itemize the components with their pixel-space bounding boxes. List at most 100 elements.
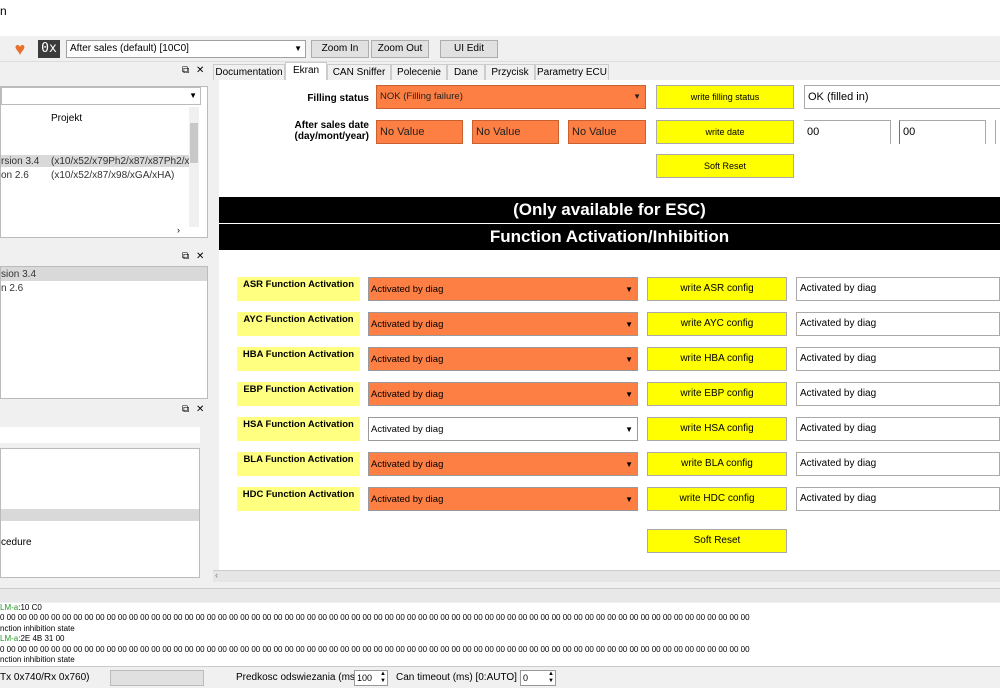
can-timeout-spinner[interactable]: 0 ▲ ▼ bbox=[520, 670, 556, 686]
pin-icon[interactable]: ⧉ bbox=[182, 250, 189, 264]
hsa-select[interactable]: Activated by diag ▼ bbox=[368, 417, 638, 441]
can-ids-text: Tx 0x740/Rx 0x760) bbox=[0, 672, 90, 683]
asr-status-output: Activated by diag bbox=[796, 277, 1000, 301]
date-month-field[interactable]: No Value bbox=[472, 120, 559, 144]
tab-can-sniffer[interactable]: CAN Sniffer bbox=[327, 64, 391, 80]
chevron-down-icon: ▼ bbox=[294, 44, 302, 53]
list-item-name[interactable]: on 2.6 bbox=[1, 170, 29, 181]
date-year-field[interactable]: No Value bbox=[568, 120, 646, 144]
ayc-status-output: Activated by diag bbox=[796, 312, 1000, 336]
refresh-rate-spinner[interactable]: 100 ▲ ▼ bbox=[354, 670, 388, 686]
heart-icon[interactable]: ♥ bbox=[10, 40, 30, 58]
write-date-button[interactable]: write date bbox=[656, 120, 794, 144]
procedure-search-input[interactable] bbox=[0, 427, 200, 443]
esc-only-banner: (Only available for ESC) bbox=[219, 197, 1000, 223]
hba-select[interactable]: Activated by diag ▼ bbox=[368, 347, 638, 371]
list-item-name[interactable]: cedure bbox=[1, 537, 32, 548]
window-title: n bbox=[0, 4, 7, 18]
log-line: 0 00 00 00 00 00 00 00 00 00 00 00 00 00… bbox=[0, 644, 750, 654]
filling-status-select[interactable]: NOK (Filling failure) ▼ bbox=[376, 85, 646, 109]
write-hba-config-button[interactable]: write HBA config bbox=[647, 347, 787, 371]
ebp-select-value: Activated by diag bbox=[371, 389, 444, 400]
write-ayc-config-button[interactable]: write AYC config bbox=[647, 312, 787, 336]
procedure-list: cedure bbox=[0, 448, 200, 578]
hdc-select[interactable]: Activated by diag ▼ bbox=[368, 487, 638, 511]
ui-edit-button[interactable]: UI Edit bbox=[440, 40, 498, 58]
profile-select[interactable]: After sales (default) [10C0] ▼ bbox=[66, 40, 306, 58]
tab-documentation[interactable]: Documentation bbox=[213, 64, 285, 80]
ayc-select-value: Activated by diag bbox=[371, 319, 444, 330]
filling-status-label: Filling status bbox=[307, 93, 369, 104]
horizontal-scrollbar[interactable]: ‹ bbox=[213, 570, 1000, 582]
log-output: LM-a:10 C0 0 00 00 00 00 00 00 00 00 00 … bbox=[0, 603, 1000, 666]
list-item-name[interactable]: n 2.6 bbox=[1, 283, 23, 294]
chevron-down-icon: ▼ bbox=[625, 320, 633, 329]
refresh-rate-value: 100 bbox=[357, 673, 373, 683]
vertical-scrollbar[interactable] bbox=[189, 107, 199, 227]
hba-status-output: Activated by diag bbox=[796, 347, 1000, 371]
date-month-output: 00 bbox=[899, 120, 986, 144]
toolbar: ♥ 0x After sales (default) [10C0] ▼ Zoom… bbox=[0, 36, 1000, 62]
write-filling-status-button[interactable]: write filling status bbox=[656, 85, 794, 109]
zoom-out-button[interactable]: Zoom Out bbox=[371, 40, 429, 58]
tab-polecenie[interactable]: Polecenie bbox=[391, 64, 447, 80]
filling-status-output: OK (filled in) bbox=[804, 85, 1000, 109]
write-bla-config-button[interactable]: write BLA config bbox=[647, 452, 787, 476]
log-prefix: LM-a bbox=[0, 603, 19, 612]
ayc-select[interactable]: Activated by diag ▼ bbox=[368, 312, 638, 336]
zoom-in-button[interactable]: Zoom In bbox=[311, 40, 369, 58]
spinner-arrows-icon[interactable]: ▲ ▼ bbox=[380, 671, 386, 685]
ebp-label: EBP Function Activation bbox=[237, 382, 360, 406]
splitter-bar[interactable] bbox=[0, 588, 1000, 602]
tab-dane[interactable]: Dane bbox=[447, 64, 485, 80]
tab-parametry-ecu[interactable]: Parametry ECU bbox=[535, 64, 609, 80]
asr-select[interactable]: Activated by diag ▼ bbox=[368, 277, 638, 301]
function-activation-banner: Function Activation/Inhibition bbox=[219, 224, 1000, 250]
close-icon[interactable]: ✕ bbox=[196, 403, 204, 417]
ebp-select[interactable]: Activated by diag ▼ bbox=[368, 382, 638, 406]
procedure-panel: cedure bbox=[0, 420, 208, 580]
date-year-output bbox=[995, 120, 1000, 144]
write-asr-config-button[interactable]: write ASR config bbox=[647, 277, 787, 301]
tab-przycisk[interactable]: Przycisk bbox=[485, 64, 535, 80]
close-icon[interactable]: ✕ bbox=[196, 250, 204, 264]
write-ebp-config-button[interactable]: write EBP config bbox=[647, 382, 787, 406]
date-day-field[interactable]: No Value bbox=[376, 120, 463, 144]
bla-select[interactable]: Activated by diag ▼ bbox=[368, 452, 638, 476]
filling-status-value: NOK (Filling failure) bbox=[380, 91, 463, 102]
project-filter-select[interactable]: ▼ bbox=[1, 87, 201, 105]
hex-mode-button[interactable]: 0x bbox=[38, 40, 60, 58]
log-line: LM-a:10 C0 bbox=[0, 603, 1000, 613]
version-panel: sion 3.4 n 2.6 bbox=[0, 266, 208, 399]
title-bar: n bbox=[0, 0, 1000, 36]
tab-ekran[interactable]: Ekran bbox=[285, 62, 327, 80]
chevron-down-icon: ▼ bbox=[625, 460, 633, 469]
soft-reset-button[interactable]: Soft Reset bbox=[656, 154, 794, 178]
pin-icon[interactable]: ⧉ bbox=[182, 64, 189, 78]
bla-status-output: Activated by diag bbox=[796, 452, 1000, 476]
ekran-content: Filling status NOK (Filling failure) ▼ w… bbox=[219, 80, 1000, 570]
chevron-down-icon: ▼ bbox=[625, 425, 633, 434]
scroll-left-icon[interactable]: ‹ bbox=[215, 570, 218, 580]
log-text: :10 C0 bbox=[18, 603, 42, 612]
write-hsa-config-button[interactable]: write HSA config bbox=[647, 417, 787, 441]
panel-header-top: ⧉ ✕ bbox=[0, 64, 208, 78]
chevron-down-icon: ▼ bbox=[625, 495, 633, 504]
close-icon[interactable]: ✕ bbox=[196, 64, 204, 78]
chevron-down-icon: ▼ bbox=[625, 285, 633, 294]
date-day-output: 00 bbox=[804, 120, 891, 144]
soft-reset-button-2[interactable]: Soft Reset bbox=[647, 529, 787, 553]
hdc-status-output: Activated by diag bbox=[796, 487, 1000, 511]
pin-icon[interactable]: ⧉ bbox=[182, 403, 189, 417]
spinner-arrows-icon[interactable]: ▲ ▼ bbox=[548, 671, 554, 685]
list-item-name: rsion 3.4 bbox=[1, 156, 40, 167]
asr-label: ASR Function Activation bbox=[237, 277, 360, 301]
scrollbar-thumb[interactable] bbox=[190, 123, 198, 163]
after-sales-date-label: After sales date (day/mont/year) bbox=[294, 120, 369, 142]
progress-box bbox=[110, 670, 204, 686]
refresh-rate-label: Predkosc odswiezania (ms) bbox=[236, 672, 359, 683]
hsa-select-value: Activated by diag bbox=[371, 424, 444, 435]
write-hdc-config-button[interactable]: write HDC config bbox=[647, 487, 787, 511]
scroll-right-icon[interactable]: › bbox=[177, 225, 180, 235]
list-item-selected[interactable] bbox=[1, 509, 199, 521]
